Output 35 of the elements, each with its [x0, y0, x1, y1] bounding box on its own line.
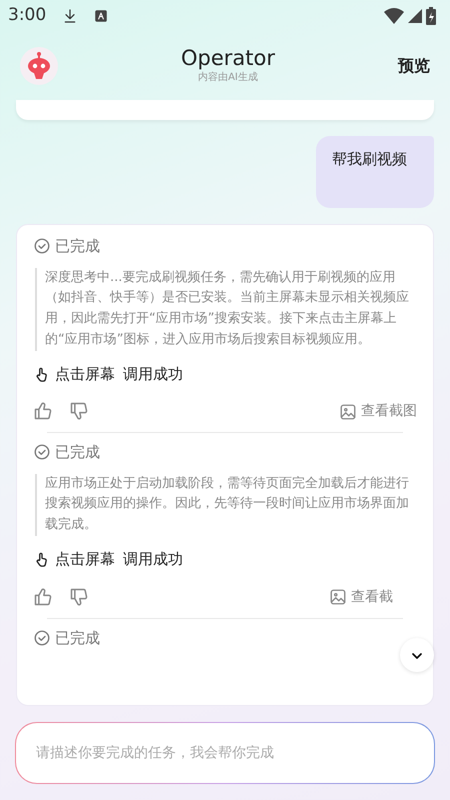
action-result: 调用成功: [123, 364, 183, 385]
status-time: 3:00: [8, 4, 46, 28]
signal-icon: [408, 9, 422, 23]
image-icon: [339, 402, 357, 421]
dislike-button[interactable]: [69, 401, 89, 422]
ai-disclaimer: 内容由AI生成: [198, 70, 258, 86]
step-status: 已完成: [55, 628, 100, 649]
thumbs-up-icon: [33, 586, 53, 607]
image-icon: [329, 588, 347, 606]
step-status: 已完成: [55, 442, 100, 464]
action-name: 点击屏幕: [55, 364, 115, 385]
preview-button[interactable]: 预览: [398, 54, 430, 78]
task-input[interactable]: 请描述你要完成的任务，我会帮你完成: [15, 722, 435, 784]
wifi-icon: [384, 8, 404, 24]
battery-icon: [426, 7, 436, 25]
thought-text: 深度思考中...要完成刷视频任务，需先确认用于刷视频的应用（如抖音、快手等）是否已安装。当前主屏幕未显示相关视频应用，因此需先打开“应用市场”搜索安装。接下来点击主屏幕上的“应用市场”图标，进入应用市场后搜索目标视频应用。: [35, 268, 417, 351]
check-circle-icon: [33, 237, 51, 256]
thumbs-down-icon: [69, 586, 89, 607]
screenshot-link[interactable]: 查看截: [329, 586, 393, 608]
screenshot-link[interactable]: 查看截图: [339, 401, 417, 422]
step-status: 已完成: [55, 236, 100, 257]
action-result: 调用成功: [123, 549, 183, 570]
dislike-button[interactable]: [69, 586, 89, 608]
thumbs-up-icon: [33, 401, 53, 422]
check-circle-icon: [33, 628, 51, 647]
check-circle-icon: [33, 443, 51, 462]
keyboard-icon: [94, 9, 108, 23]
like-button[interactable]: [33, 401, 53, 422]
user-message: 帮我刷视频: [316, 136, 434, 208]
avatar: [20, 47, 58, 85]
app-title: Operator: [181, 46, 275, 70]
action-name: 点击屏幕: [55, 549, 115, 570]
like-button[interactable]: [33, 586, 53, 608]
thumbs-down-icon: [69, 401, 89, 422]
thought-text: 应用市场正处于启动加载阶段，需等待页面完全加载后才能进行搜索视频应用的操作。因此，先等待一段时间让应用市场界面加载完成。: [35, 474, 417, 536]
